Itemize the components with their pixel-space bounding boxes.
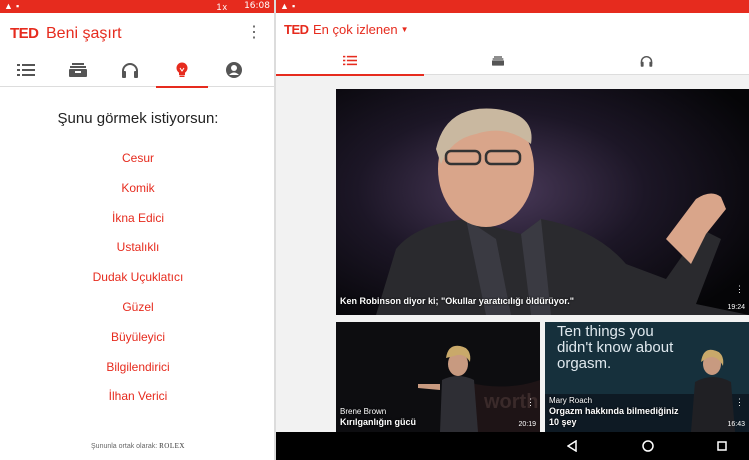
tab-surprise-me[interactable] <box>156 53 208 88</box>
talk-card-featured[interactable]: Ken Robinson diyor ki; "Okullar yaratıcı… <box>336 89 749 315</box>
partner-text: Şununla ortak olarak: <box>91 443 158 450</box>
mood-option[interactable]: Büyüleyici <box>0 327 276 357</box>
talk-caption: Mary Roach Orgazm hakkında bilmediğiniz … <box>549 395 679 428</box>
ted-logo[interactable]: TED <box>284 22 309 37</box>
left-screen: ▲ ▪ 1x 16:08 TED Beni şaşırt ⋮ Şunu görm… <box>0 0 276 460</box>
tab-playlists[interactable] <box>424 46 572 75</box>
status-time: 16:08 <box>244 1 270 11</box>
right-screen: ▲ ▪ TED En çok izlenen ▼ Ken Robinson di… <box>276 0 749 460</box>
tab-podcasts[interactable] <box>104 53 156 87</box>
recents-icon[interactable] <box>714 438 730 454</box>
talk-overflow-menu-icon[interactable]: ⋮ <box>735 398 744 407</box>
mood-option[interactable]: Bilgilendirici <box>0 357 276 387</box>
warning-icon: ▲ <box>280 1 289 11</box>
headphones-icon <box>640 55 652 67</box>
tab-talks[interactable] <box>276 46 424 76</box>
talk-caption: Brene Brown Kırılganlığın gücü <box>340 406 416 428</box>
partner-note: Şununla ortak olarak: ROLEX <box>0 442 276 450</box>
talk-duration: 20:19 <box>518 421 536 428</box>
tab-playlists[interactable] <box>52 53 104 87</box>
mood-option[interactable]: Dudak Uçuklatıcı <box>0 267 276 297</box>
ted-logo[interactable]: TED <box>10 25 39 42</box>
sort-dropdown-label: En çok izlenen <box>313 22 398 37</box>
status-bar: ▲ ▪ <box>276 0 749 13</box>
mood-option[interactable]: Ustalıklı <box>0 237 276 267</box>
talk-duration: 19:24 <box>727 304 745 311</box>
mood-option[interactable]: İkna Edici <box>0 208 276 238</box>
tab-bar <box>276 46 749 76</box>
tab-podcasts[interactable] <box>572 46 720 75</box>
slide-text: Ten things you didn't know about orgasm. <box>557 323 674 372</box>
list-icon <box>343 55 357 66</box>
partner-brand-logo: ROLEX <box>159 442 185 450</box>
overflow-menu-icon[interactable]: ⋮ <box>246 25 262 43</box>
talk-title: Orgazm hakkında bilmediğiniz 10 şey <box>549 406 679 427</box>
mood-option[interactable]: Güzel <box>0 297 276 327</box>
surprise-question: Şunu görmek istiyorsun: <box>57 110 219 127</box>
tab-talks[interactable] <box>0 53 52 87</box>
talk-title: Kırılganlığın gücü <box>340 417 416 427</box>
mood-list: Cesur Komik İkna Edici Ustalıklı Dudak U… <box>0 148 276 416</box>
playlist-icon <box>69 63 87 77</box>
mood-option[interactable]: İlhan Verici <box>0 386 276 416</box>
talk-overflow-menu-icon[interactable]: ⋮ <box>526 398 535 407</box>
status-bar: ▲ ▪ 1x 16:08 <box>0 0 276 13</box>
talk-overflow-menu-icon[interactable]: ⋮ <box>735 285 744 294</box>
sort-dropdown[interactable]: En çok izlenen ▼ <box>313 22 408 37</box>
page-title: Beni şaşırt <box>46 25 122 42</box>
lightbulb-icon <box>176 62 188 77</box>
list-icon <box>17 64 35 76</box>
warning-icon: ▲ <box>4 1 13 11</box>
talk-speaker: Brene Brown <box>340 407 387 416</box>
home-icon[interactable] <box>640 438 656 454</box>
playlist-icon <box>492 55 504 66</box>
talk-speaker: Mary Roach <box>549 396 593 405</box>
headphones-icon <box>122 63 138 78</box>
mood-option[interactable]: Komik <box>0 178 276 208</box>
talk-card[interactable]: worth Brene Brown Kırılganlığın gücü 20:… <box>336 322 540 432</box>
talk-duration: 16:43 <box>727 421 745 428</box>
account-icon <box>226 62 242 78</box>
dropdown-caret-icon: ▼ <box>400 25 409 34</box>
image-icon: ▪ <box>292 1 296 11</box>
app-bar: TED En çok izlenen ▼ <box>276 13 749 46</box>
talk-title: Ken Robinson diyor ki; "Okullar yaratıcı… <box>340 296 575 306</box>
talk-thumbnail <box>336 89 749 315</box>
mood-option[interactable]: Cesur <box>0 148 276 178</box>
image-icon: ▪ <box>16 1 20 11</box>
tab-bar <box>0 53 276 88</box>
tab-account[interactable] <box>208 53 260 87</box>
system-nav-bar <box>276 432 749 460</box>
app-bar: TED Beni şaşırt ⋮ <box>0 13 276 53</box>
talk-card[interactable]: Ten things you didn't know about orgasm.… <box>545 322 749 432</box>
back-icon[interactable] <box>564 438 580 454</box>
